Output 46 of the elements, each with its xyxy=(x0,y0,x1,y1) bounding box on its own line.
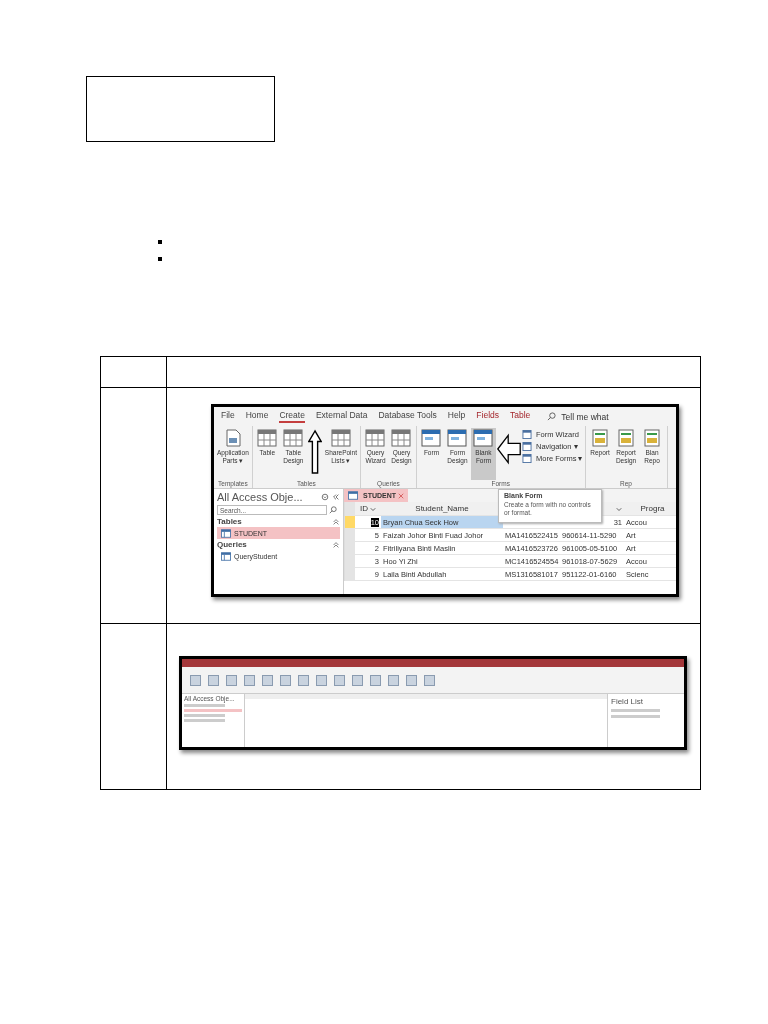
sort-icon[interactable] xyxy=(616,505,622,512)
grid-icon xyxy=(391,429,412,447)
ribbon-tab[interactable]: Home xyxy=(245,410,269,423)
dropdown-icon[interactable] xyxy=(321,493,329,501)
sort-icon[interactable] xyxy=(370,505,376,512)
ribbon-tab[interactable]: Database Tools xyxy=(378,410,437,423)
report-icon xyxy=(642,429,662,447)
panel-title: Field List xyxy=(611,697,644,706)
grid-icon xyxy=(257,429,278,447)
column-header[interactable]: ID xyxy=(360,504,368,513)
section-heading: Tables xyxy=(217,517,242,526)
ribbon-tab[interactable]: Create xyxy=(279,410,305,423)
select-all-cell[interactable] xyxy=(345,502,355,515)
window-icon xyxy=(421,429,442,447)
collapse-icon[interactable] xyxy=(332,517,340,526)
tell-me-field[interactable]: Tell me what xyxy=(561,411,609,422)
column-header[interactable]: Student_Name xyxy=(415,504,469,513)
ribbon-tab[interactable]: Fields xyxy=(476,410,499,423)
window-icon xyxy=(447,429,468,447)
ribbon-tab[interactable]: Table xyxy=(510,410,531,423)
close-icon[interactable] xyxy=(398,492,405,499)
form-icon xyxy=(522,454,532,463)
search-icon xyxy=(547,412,557,421)
report-icon xyxy=(590,429,610,447)
window-icon xyxy=(473,429,494,447)
bullet-icon xyxy=(158,257,162,261)
form-icon xyxy=(522,430,532,439)
table-icon xyxy=(221,551,231,561)
collapse-icon[interactable] xyxy=(332,540,340,549)
column-header[interactable]: Progra xyxy=(640,504,665,513)
grid-icon xyxy=(365,429,386,447)
left-arrow xyxy=(497,432,521,466)
ribbon-tab[interactable]: Help xyxy=(447,410,466,423)
pane-title: All Access Obje... xyxy=(217,491,303,503)
grid-icon xyxy=(283,429,304,447)
search-icon xyxy=(329,506,337,514)
table-icon xyxy=(221,528,231,538)
ribbon-tab[interactable]: File xyxy=(221,410,235,423)
grid-icon xyxy=(330,429,351,447)
section-heading: Queries xyxy=(217,540,247,549)
report-icon xyxy=(616,429,636,447)
ribbon-tab[interactable]: External Data xyxy=(315,410,368,423)
table-icon xyxy=(348,491,358,500)
collapse-icon[interactable] xyxy=(332,493,340,501)
form-icon xyxy=(522,442,532,451)
bullet-icon xyxy=(158,240,162,244)
